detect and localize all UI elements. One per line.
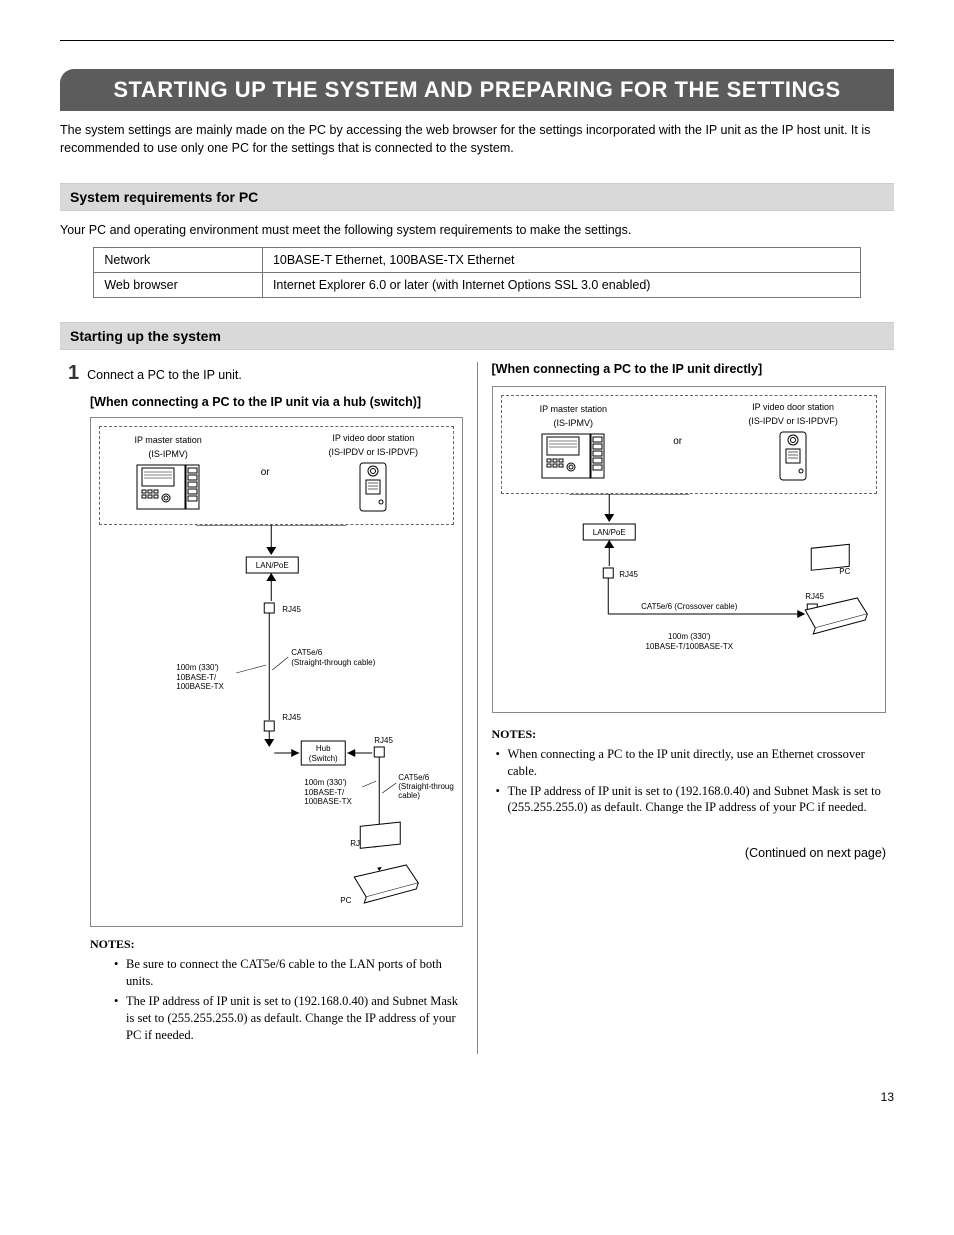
- dist-label: 100m (330'): [176, 663, 219, 672]
- cable-label-2: (Straight-through cable): [291, 658, 375, 667]
- device-options-box-r: IP master station (IS-IPMV) or: [501, 395, 878, 494]
- section-sysreq: System requirements for PC: [60, 183, 894, 211]
- ip-door-title-r: IP video door station: [748, 402, 838, 413]
- ip-door-sub: (IS-IPDV or IS-IPDVF): [329, 447, 419, 458]
- cable-label-5: cable): [398, 791, 420, 800]
- note-right-2: The IP address of IP unit is set to (192…: [496, 783, 887, 817]
- notes-heading-left: NOTES:: [90, 937, 463, 952]
- note-left-2: The IP address of IP unit is set to (192…: [114, 993, 463, 1044]
- dist-label-2: 100m (330'): [304, 778, 347, 787]
- base-label-r: 10BASE-T/100BASE-TX: [645, 642, 733, 651]
- rj45-label: RJ45: [282, 605, 301, 614]
- page-banner: STARTING UP THE SYSTEM AND PREPARING FOR…: [60, 69, 894, 111]
- lanpoe-label-r: LAN/PoE: [592, 528, 625, 537]
- ip-door-icon-r: [779, 431, 807, 481]
- base-label-3: 10BASE-T/: [304, 788, 345, 797]
- note-left-1: Be sure to connect the CAT5e/6 cable to …: [114, 956, 463, 990]
- lanpoe-label: LAN/PoE: [256, 561, 289, 570]
- cable-cr-label: CAT5e/6 (Crossover cable): [641, 602, 738, 611]
- dist-label-r: 100m (330'): [668, 632, 711, 641]
- ip-master-title-r: IP master station: [540, 404, 607, 415]
- base-label-4: 100BASE-TX: [304, 797, 352, 806]
- note-right-1: When connecting a PC to the IP unit dire…: [496, 746, 887, 780]
- hub-label-2: (Switch): [309, 754, 338, 763]
- step-1-number: 1: [68, 362, 79, 385]
- req-browser-label: Web browser: [94, 273, 263, 298]
- or-text: or: [261, 467, 270, 478]
- notes-heading-right: NOTES:: [492, 727, 887, 742]
- cable-label-1: CAT5e/6: [291, 648, 323, 657]
- device-options-box: IP master station (IS-IPMV): [99, 426, 454, 525]
- step-1-text: Connect a PC to the IP unit.: [87, 368, 242, 382]
- laptop-icon: [354, 822, 418, 903]
- left-subhead: [When connecting a PC to the IP unit via…: [90, 395, 463, 409]
- rj45-label-3: RJ45: [374, 736, 393, 745]
- right-column: [When connecting a PC to the IP unit dir…: [484, 362, 895, 1053]
- rj45-label-2: RJ45: [282, 713, 301, 722]
- laptop-icon-r: [805, 544, 867, 634]
- req-network-label: Network: [94, 248, 263, 273]
- ip-master-title: IP master station: [134, 435, 201, 446]
- ip-door-title: IP video door station: [329, 433, 419, 444]
- left-column: 1 Connect a PC to the IP unit. [When con…: [60, 362, 471, 1053]
- cable-label-3: CAT5e/6: [398, 773, 430, 782]
- top-rule: [60, 40, 894, 41]
- ip-master-sub-r: (IS-IPMV): [540, 418, 607, 429]
- requirements-table: Network 10BASE-T Ethernet, 100BASE-TX Et…: [93, 247, 860, 298]
- page-number: 13: [60, 1090, 894, 1104]
- sysreq-text: Your PC and operating environment must m…: [60, 223, 894, 237]
- ip-master-icon: [136, 464, 200, 510]
- ip-master-sub: (IS-IPMV): [134, 449, 201, 460]
- notes-list-left: Be sure to connect the CAT5e/6 cable to …: [90, 956, 463, 1043]
- diagram-direct: IP master station (IS-IPMV) or: [492, 386, 887, 713]
- hub-label-1: Hub: [316, 744, 331, 753]
- wiring-hub-svg: LAN/PoE RJ45 100m (330') 10BASE-T/ 100BA…: [99, 525, 454, 915]
- ip-door-icon: [359, 462, 387, 512]
- column-divider: [477, 362, 478, 1053]
- section-startup: Starting up the system: [60, 322, 894, 350]
- continued-text: (Continued on next page): [492, 846, 887, 860]
- cable-label-4: (Straight-through: [398, 782, 453, 791]
- right-subhead: [When connecting a PC to the IP unit dir…: [492, 362, 887, 376]
- base-label-1: 10BASE-T/: [176, 673, 217, 682]
- ip-door-sub-r: (IS-IPDV or IS-IPDVF): [748, 416, 838, 427]
- intro-text: The system settings are mainly made on t…: [60, 121, 894, 157]
- wiring-direct-svg: LAN/PoE RJ45 CAT5e/6 (Crossover cable) 1…: [501, 494, 878, 704]
- rj45-label-r1: RJ45: [619, 570, 638, 579]
- req-network-value: 10BASE-T Ethernet, 100BASE-TX Ethernet: [262, 248, 860, 273]
- pc-label: PC: [340, 896, 351, 905]
- pc-label-r: PC: [839, 567, 850, 576]
- base-label-2: 100BASE-TX: [176, 682, 224, 691]
- req-browser-value: Internet Explorer 6.0 or later (with Int…: [262, 273, 860, 298]
- or-text-r: or: [673, 436, 682, 447]
- rj45-label-r2: RJ45: [805, 592, 824, 601]
- notes-list-right: When connecting a PC to the IP unit dire…: [492, 746, 887, 817]
- diagram-hub: IP master station (IS-IPMV): [90, 417, 463, 927]
- ip-master-icon-r: [541, 433, 605, 479]
